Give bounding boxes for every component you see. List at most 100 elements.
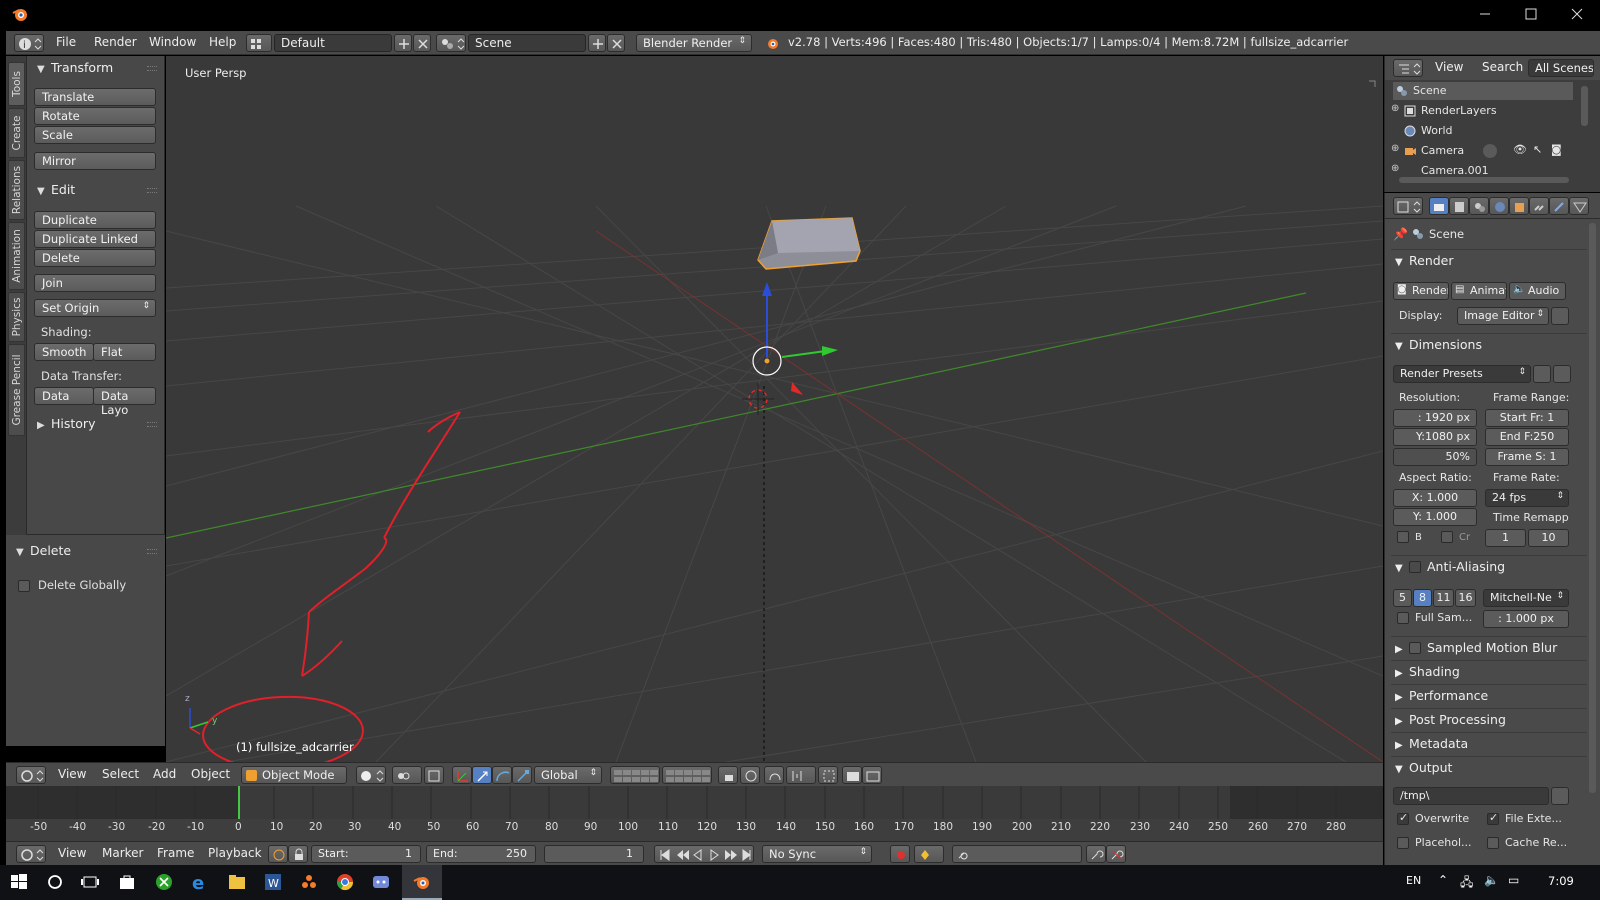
menu-frame[interactable]: Frame: [157, 846, 194, 860]
tab-animation[interactable]: Animation: [8, 222, 25, 290]
outliner-item-renderlayers[interactable]: RenderLayers: [1421, 104, 1497, 117]
cache-result-checkbox[interactable]: [1487, 837, 1499, 849]
menu-select[interactable]: Select: [102, 767, 139, 781]
rotate-mode-icon[interactable]: [492, 766, 512, 784]
aspect-x-field[interactable]: X: 1.000: [1393, 489, 1477, 507]
render-engine-select[interactable]: Blender Render ⇕: [636, 34, 752, 52]
playback-buttons-icon[interactable]: [655, 846, 755, 864]
editor-type-icon[interactable]: [16, 766, 46, 784]
word-icon[interactable]: W: [262, 871, 284, 893]
render-animation-button[interactable]: ▤Animati: [1451, 282, 1507, 300]
chrome-icon[interactable]: [334, 871, 356, 893]
remove-preset-icon[interactable]: [1553, 365, 1571, 383]
layers-grid-2[interactable]: [662, 766, 712, 784]
set-origin-select[interactable]: Set Origin ⇕: [34, 299, 156, 317]
language-indicator[interactable]: EN: [1406, 874, 1421, 887]
scene-field[interactable]: Scene: [468, 34, 586, 52]
screen-layout-icon[interactable]: [246, 34, 272, 52]
rotate-button[interactable]: Rotate: [34, 107, 156, 125]
maximize-button[interactable]: [1508, 0, 1554, 28]
eye-icon[interactable]: 👁: [1513, 143, 1527, 156]
aa-samples-5[interactable]: 5: [1393, 589, 1412, 607]
scene-context-icon[interactable]: [1469, 197, 1489, 215]
timeline-editor-type-icon[interactable]: [16, 845, 46, 863]
menu-search[interactable]: Search: [1482, 60, 1523, 74]
timeline-area[interactable]: -50 -40 -30 -20 -10 0 10 20 30 40 50 60 …: [6, 786, 1383, 841]
lock-layers-icon[interactable]: [718, 766, 738, 784]
folder-browse-icon[interactable]: [1551, 787, 1569, 805]
outliner-item-scene[interactable]: Scene: [1413, 84, 1447, 97]
anti-aliasing-checkbox[interactable]: [1409, 561, 1421, 573]
scale-button[interactable]: Scale: [34, 126, 156, 144]
properties-editor-type-icon[interactable]: [1393, 197, 1423, 215]
expand-icon[interactable]: ⊕: [1391, 103, 1399, 114]
end-frame-field[interactable]: End: 250: [426, 845, 536, 863]
aa-samples-8[interactable]: 8: [1413, 589, 1432, 607]
output-path-field[interactable]: /tmp\: [1393, 787, 1549, 805]
menu-render[interactable]: Render: [94, 35, 137, 49]
remap-old-field[interactable]: 1: [1485, 529, 1526, 547]
outliner-editor-type-icon[interactable]: [1393, 59, 1423, 77]
y-gizmo-axis[interactable]: [781, 350, 827, 358]
cursor-icon[interactable]: ↖: [1533, 143, 1542, 156]
aa-samples-16[interactable]: 16: [1455, 589, 1476, 607]
clock[interactable]: 7:09: [1548, 874, 1574, 888]
render-button[interactable]: ◙ Render: [1393, 282, 1449, 300]
menu-file[interactable]: File: [56, 35, 76, 49]
menu-window[interactable]: Window: [149, 35, 196, 49]
anti-aliasing-panel-header[interactable]: ▼ Anti-Aliasing: [1391, 555, 1587, 577]
menu-help[interactable]: Help: [209, 35, 236, 49]
filter-size-field[interactable]: : 1.000 px: [1483, 610, 1569, 628]
remove-scene-icon[interactable]: [607, 34, 625, 52]
delete-globally-checkbox[interactable]: [18, 580, 30, 592]
menu-add[interactable]: Add: [153, 767, 176, 781]
outliner-item-world[interactable]: World: [1421, 124, 1453, 137]
metadata-panel-header[interactable]: ▶ Metadata: [1391, 732, 1587, 754]
pin-icon[interactable]: 📌: [1393, 227, 1408, 241]
data-layout-button[interactable]: Data Layo: [93, 387, 156, 417]
file-explorer-icon[interactable]: [226, 871, 248, 893]
minimize-button[interactable]: [1462, 0, 1508, 28]
outliner-hscrollbar[interactable]: [1399, 177, 1569, 183]
tab-grease-pencil[interactable]: Grease Pencil: [8, 344, 25, 436]
edit-panel-header[interactable]: ▼ Edit: [27, 180, 165, 200]
xbox-icon[interactable]: [153, 871, 175, 893]
scene-icon[interactable]: [436, 34, 466, 52]
delete-keyframe-icon[interactable]: [1106, 845, 1126, 863]
add-scene-icon[interactable]: [588, 34, 606, 52]
tab-create[interactable]: Create: [8, 108, 25, 158]
render-camera-icon[interactable]: ◙: [1551, 143, 1562, 156]
frame-end-field[interactable]: End F:250: [1485, 428, 1569, 446]
taskbar-active-app[interactable]: [402, 865, 442, 900]
drag-grip-icon[interactable]: [147, 66, 157, 71]
menu-view[interactable]: View: [58, 846, 86, 860]
network-icon[interactable]: 🖧: [1460, 873, 1473, 894]
start-frame-field[interactable]: Start: 1: [311, 845, 421, 863]
menu-object[interactable]: Object: [191, 767, 230, 781]
snap-element-icon[interactable]: [786, 766, 816, 784]
drag-grip-icon[interactable]: [147, 188, 157, 193]
outliner-item-camera-001[interactable]: Camera.001: [1421, 164, 1489, 174]
flat-button[interactable]: Flat: [93, 343, 156, 361]
close-button[interactable]: [1554, 0, 1600, 28]
smooth-button[interactable]: Smooth: [34, 343, 94, 361]
chevron-up-icon[interactable]: ⌃: [1438, 873, 1448, 887]
screen-layout-field[interactable]: Default: [274, 34, 392, 52]
data-context-icon[interactable]: [1569, 197, 1589, 215]
tab-tools[interactable]: Tools: [8, 62, 25, 106]
discord-icon[interactable]: [370, 871, 392, 893]
outliner-item-camera[interactable]: Camera: [1421, 144, 1464, 157]
drag-grip-icon[interactable]: [147, 549, 157, 554]
y-gizmo-arrow-icon[interactable]: [822, 346, 838, 356]
pivot-point-icon[interactable]: [392, 766, 422, 784]
mode-select[interactable]: Object Mode: [241, 766, 347, 784]
snap-toggle-icon[interactable]: [764, 766, 784, 784]
expand-icon[interactable]: ⊕: [1391, 163, 1399, 173]
remove-layout-icon[interactable]: [413, 34, 431, 52]
adcarrier-object[interactable]: [757, 217, 861, 270]
frame-rate-select[interactable]: 24 fps ⇕: [1485, 489, 1569, 507]
modifiers-context-icon[interactable]: [1549, 197, 1569, 215]
volume-icon[interactable]: 🔈: [1484, 873, 1499, 887]
viewport-shading-icon[interactable]: [356, 766, 386, 784]
duplicate-linked-button[interactable]: Duplicate Linked: [34, 230, 156, 248]
